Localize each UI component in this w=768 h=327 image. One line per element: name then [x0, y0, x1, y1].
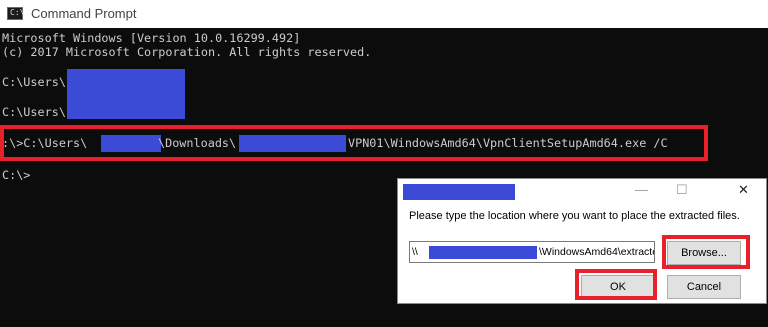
- minimize-button[interactable]: —: [635, 182, 648, 198]
- console-line-prompt: C:\Users\: [2, 105, 66, 119]
- cancel-button[interactable]: Cancel: [667, 275, 741, 299]
- path-value: \WindowsAmd64\extracted: [539, 246, 655, 258]
- console-line-prompt: C:\>: [2, 168, 31, 182]
- redaction-block: [429, 246, 537, 259]
- maximize-button[interactable]: ☐: [676, 182, 688, 198]
- command-highlight-box: [0, 125, 708, 161]
- extract-path-input[interactable]: \\ \WindowsAmd64\extracted: [409, 241, 655, 263]
- console-line-version: Microsoft Windows [Version 10.0.16299.49…: [2, 31, 301, 45]
- window-title: Command Prompt: [31, 6, 137, 21]
- redaction-block: [67, 69, 185, 91]
- console-line-copyright: (c) 2017 Microsoft Corporation. All righ…: [2, 45, 372, 59]
- console-line-prompt: C:\Users\: [2, 75, 66, 89]
- redaction-block: [403, 184, 515, 200]
- path-prefix: \\: [412, 246, 418, 258]
- close-button[interactable]: ✕: [738, 182, 749, 198]
- browse-highlight-box: [662, 235, 750, 269]
- dialog-prompt-text: Please type the location where you want …: [409, 210, 740, 222]
- ok-highlight-box: [575, 269, 657, 300]
- extract-dialog[interactable]: — ☐ ✕ Please type the location where you…: [397, 178, 767, 304]
- title-bar[interactable]: C:\ Command Prompt: [0, 0, 768, 28]
- redaction-block: [67, 91, 185, 119]
- console-icon: C:\: [7, 7, 24, 20]
